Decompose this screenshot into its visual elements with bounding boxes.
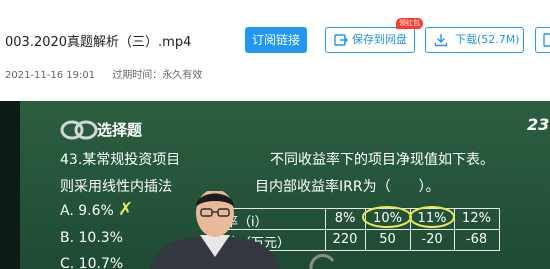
question-line-1: 43.某常规投资项目 — [60, 152, 181, 168]
subscribe-link-button[interactable]: 订阅链接 — [245, 27, 307, 53]
table-cell-rate: 8% — [334, 211, 356, 226]
red-packet-badge: 领红包 — [396, 18, 423, 29]
table-cell-npv: 50 — [379, 232, 396, 247]
option-a: A. 9.6% — [60, 203, 114, 219]
option-c: C. 10.7% — [60, 256, 124, 269]
save-to-cloud-icon — [334, 34, 348, 46]
loading-spinner-icon — [309, 254, 335, 269]
presenter-figure — [150, 191, 280, 269]
table-cell-rate: 12% — [462, 211, 491, 226]
question-line-2-end: 目内部收益率IRR为（ ）。 — [255, 179, 440, 195]
highlight-circle — [362, 206, 455, 228]
video-player[interactable]: 选择题 23 43.某常规投资项目 不同收益率下的项目净现值如下表。 则采用线性… — [0, 101, 550, 269]
download-icon — [434, 34, 448, 47]
question-line-1-end: 不同收益率下的项目净现值如下表。 — [270, 152, 494, 168]
share-icon — [543, 33, 550, 47]
option-a-mark: ✗ — [118, 199, 134, 220]
table-cell-npv: -68 — [465, 232, 488, 247]
expire-info: 过期时间：永久有效 — [112, 70, 203, 81]
file-meta: 2021-11-16 19:01 过期时间：永久有效 — [5, 66, 202, 81]
file-header: 003.2020真题解析（三）.mp4 2021-11-16 19:01 过期时… — [0, 0, 550, 101]
option-b: B. 10.3% — [60, 230, 123, 246]
upload-date: 2021-11-16 19:01 — [5, 70, 96, 81]
save-to-cloud-label: 保存到网盘 — [352, 33, 407, 46]
more-actions-button[interactable] — [535, 27, 550, 53]
chain-logo-icon — [60, 120, 98, 140]
slide-page-number: 23 — [527, 115, 550, 134]
save-to-cloud-button[interactable]: 保存到网盘 — [325, 27, 415, 53]
download-button[interactable]: 下载(52.7M) — [425, 27, 524, 53]
slide-section-title: 选择题 — [97, 121, 143, 139]
table-rule — [499, 208, 500, 250]
table-cell-npv: -20 — [421, 232, 443, 247]
file-title: 003.2020真题解析（三）.mp4 — [5, 35, 192, 50]
download-label: 下载(52.7M) — [455, 33, 520, 46]
